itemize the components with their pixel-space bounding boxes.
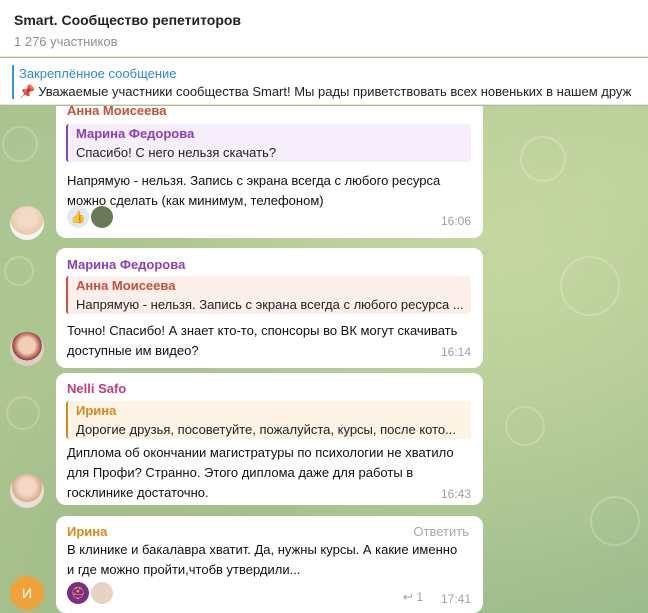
message-text: Диплома об окончании магистратуры по пси… bbox=[67, 445, 454, 500]
thread-replies[interactable]: ↩ 1 bbox=[403, 590, 423, 604]
reply-text: Дорогие друзья, посоветуйте, пожалуйста,… bbox=[76, 422, 456, 437]
message-text: Точно! Спасибо! А знает кто-то, спонсоры… bbox=[67, 323, 458, 358]
pushpin-icon: 📌 bbox=[19, 84, 36, 99]
message-bubble[interactable]: Ирина Ответить В клинике и бакалавра хва… bbox=[56, 516, 483, 613]
message-bubble[interactable]: Марина Федорова Анна Моисеева Напрямую -… bbox=[56, 248, 483, 368]
reply-author: Марина Федорова bbox=[76, 126, 195, 141]
user-avatar-icon[interactable] bbox=[91, 582, 113, 604]
message-author[interactable]: Анна Моисеева bbox=[67, 106, 166, 118]
pinned-text: Уважаемые участники сообщества Smart! Мы… bbox=[38, 84, 632, 99]
message-author[interactable]: Ирина bbox=[67, 524, 107, 539]
background-doodle bbox=[505, 406, 545, 446]
avatar[interactable] bbox=[10, 332, 44, 366]
reply-author: Анна Моисеева bbox=[76, 278, 176, 293]
pinned-label: Закреплённое сообщение bbox=[19, 66, 177, 81]
reply-quote[interactable]: Анна Моисеева Напрямую - нельзя. Запись … bbox=[66, 276, 471, 314]
chat-header[interactable]: Smart. Сообщество репетиторов 1 276 учас… bbox=[0, 0, 648, 57]
pinned-message-bar[interactable]: Закреплённое сообщение 📌 Уважаемые участн… bbox=[0, 58, 648, 105]
thumbs-up-icon[interactable]: 👍 bbox=[67, 206, 89, 228]
reply-button[interactable]: Ответить bbox=[413, 524, 469, 539]
message-list[interactable]: Анна Моисеева Марина Федорова Спасибо! С… bbox=[0, 106, 648, 613]
reply-arrow-icon: ↩ bbox=[402, 590, 413, 604]
message-bubble[interactable]: Nelli Safo Ирина Дорогие друзья, посовет… bbox=[56, 373, 483, 505]
message-time: 16:43 bbox=[440, 487, 471, 501]
background-doodle bbox=[590, 496, 640, 546]
message-time: 16:06 bbox=[440, 214, 471, 228]
user-avatar-icon[interactable] bbox=[91, 206, 113, 228]
pinned-indicator bbox=[12, 65, 14, 99]
chat-title[interactable]: Smart. Сообщество репетиторов bbox=[14, 12, 241, 28]
user-avatar-icon[interactable]: ⛑ bbox=[67, 582, 89, 604]
reply-quote[interactable]: Ирина Дорогие друзья, посоветуйте, пожал… bbox=[66, 401, 471, 439]
background-doodle bbox=[6, 396, 40, 430]
pinned-preview: 📌 Уважаемые участники сообщества Smart! М… bbox=[19, 84, 631, 100]
message-bubble[interactable]: Анна Моисеева Марина Федорова Спасибо! С… bbox=[56, 106, 483, 238]
message-text: В клинике и бакалавра хватит. Да, нужны … bbox=[67, 542, 458, 577]
member-count: 1 276 участников bbox=[14, 34, 118, 49]
reaction-bar[interactable]: 👍 bbox=[67, 206, 113, 228]
background-doodle bbox=[520, 136, 566, 182]
reaction-bar[interactable]: ⛑ bbox=[67, 582, 113, 604]
avatar[interactable] bbox=[10, 206, 44, 240]
reply-author: Ирина bbox=[76, 403, 117, 418]
avatar[interactable] bbox=[10, 474, 44, 508]
message-time: 17:41 bbox=[440, 592, 471, 606]
message-text: Напрямую - нельзя. Запись с экрана всегд… bbox=[67, 173, 441, 208]
message-time: 16:14 bbox=[440, 345, 471, 359]
background-doodle bbox=[4, 256, 34, 286]
reply-text: Напрямую - нельзя. Запись с экрана всегд… bbox=[76, 297, 464, 312]
replies-count: 1 bbox=[416, 590, 423, 604]
background-doodle bbox=[2, 126, 38, 162]
avatar[interactable]: И bbox=[10, 576, 44, 610]
background-doodle bbox=[560, 256, 620, 316]
reply-text: Спасибо! С него нельзя скачать? bbox=[76, 145, 277, 160]
message-author[interactable]: Nelli Safo bbox=[67, 381, 126, 396]
avatar-letter: И bbox=[21, 585, 33, 601]
reply-quote[interactable]: Марина Федорова Спасибо! С него нельзя с… bbox=[66, 124, 471, 162]
message-author[interactable]: Марина Федорова bbox=[67, 257, 185, 272]
